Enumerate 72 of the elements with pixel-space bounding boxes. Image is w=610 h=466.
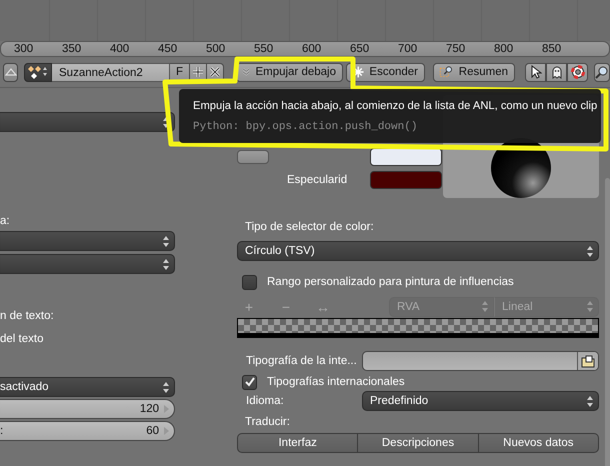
number-field[interactable]: 120 bbox=[0, 399, 175, 419]
ruler-number: 750 bbox=[446, 42, 466, 56]
color-swatch[interactable] bbox=[370, 148, 442, 166]
translate-toggle-button[interactable]: Nuevos datos bbox=[478, 433, 599, 453]
search-button[interactable] bbox=[594, 62, 610, 82]
right-arrow-icon bbox=[164, 427, 169, 435]
updown-arrows-icon bbox=[587, 301, 593, 312]
setting-label: Tipografía de la inte... bbox=[245, 355, 358, 367]
color-ramp[interactable] bbox=[237, 318, 599, 338]
search-icon bbox=[595, 65, 609, 79]
check-icon bbox=[244, 376, 256, 388]
dropdown[interactable]: Círculo (TSV) bbox=[237, 241, 599, 261]
lifebuoy-button[interactable] bbox=[567, 62, 588, 82]
folder-icon bbox=[581, 354, 595, 368]
ruler-number: 300 bbox=[14, 42, 34, 56]
scrollbar[interactable] bbox=[605, 178, 610, 466]
header-button[interactable]: Esconder bbox=[346, 62, 425, 82]
ruler-number: 550 bbox=[254, 42, 274, 56]
lifebuoy-icon bbox=[570, 65, 584, 79]
updown-arrows-icon bbox=[587, 246, 593, 256]
translate-toggle-button[interactable]: Interfaz bbox=[237, 433, 358, 453]
updown-arrows-icon bbox=[163, 382, 169, 392]
triangle-icon bbox=[4, 68, 16, 76]
action-name-field[interactable]: SuzanneAction2 bbox=[52, 62, 170, 82]
ruler-number: 800 bbox=[494, 42, 514, 56]
setting-label: a: bbox=[0, 214, 11, 228]
ghost-icon bbox=[550, 65, 562, 79]
collapse-button[interactable] bbox=[3, 62, 18, 82]
dropdown[interactable] bbox=[0, 112, 175, 132]
ruler-number: 850 bbox=[542, 42, 562, 56]
color-label: Especularid bbox=[286, 174, 348, 186]
dropdown[interactable]: Predefinido bbox=[362, 391, 599, 411]
ruler-number: 400 bbox=[110, 42, 130, 56]
header-button[interactable]: Empujar debajo bbox=[236, 62, 343, 82]
action-browse-button[interactable] bbox=[24, 62, 52, 82]
right-arrow-icon bbox=[164, 405, 169, 413]
weight-range-checkbox[interactable]: Rango personalizado para pintura de influencias bbox=[237, 273, 599, 291]
close-icon bbox=[209, 66, 221, 78]
ruler-number: 450 bbox=[158, 42, 178, 56]
keyframes-icon bbox=[26, 64, 50, 80]
lamp-button[interactable] bbox=[237, 150, 269, 164]
tooltip-python: Python: bpy.ops.action.push_down() bbox=[193, 121, 418, 134]
number-field[interactable]: : 60 bbox=[0, 421, 175, 441]
setting-label: n de texto: bbox=[0, 309, 55, 323]
setting-label: del texto bbox=[0, 332, 44, 346]
updown-arrows-icon bbox=[587, 396, 593, 406]
ghost-button[interactable] bbox=[546, 62, 567, 82]
updown-arrows-icon bbox=[163, 116, 169, 128]
checkbox[interactable] bbox=[242, 274, 257, 290]
ruler-number: 350 bbox=[62, 42, 82, 56]
zoom-box-icon bbox=[439, 64, 454, 80]
plus-icon bbox=[192, 66, 204, 78]
cursor-icon bbox=[530, 65, 542, 79]
ruler-number: 600 bbox=[302, 42, 322, 56]
color-swatch[interactable] bbox=[370, 171, 442, 189]
ruler-number: 500 bbox=[206, 42, 226, 56]
setting-label: Idioma: bbox=[245, 395, 285, 407]
font-path-field[interactable] bbox=[362, 351, 599, 371]
cursor-button[interactable] bbox=[525, 62, 546, 82]
dropdown[interactable]: sactivado bbox=[0, 377, 175, 397]
setting-label: Traducir: bbox=[245, 415, 291, 430]
ruler-number: 700 bbox=[398, 42, 418, 56]
translate-toggle-button[interactable]: Descripciones bbox=[358, 433, 479, 453]
tooltip-description: Empuja la acción hacia abajo, al comienzo de la lista de ANL, como un nuevo clip bbox=[193, 99, 598, 113]
ruler-number: 650 bbox=[350, 42, 370, 56]
updown-arrows-icon bbox=[163, 258, 169, 270]
setting-label: Tipo de selector de color: bbox=[245, 220, 375, 235]
updown-arrows-icon bbox=[163, 236, 169, 246]
checkbox[interactable] bbox=[242, 374, 257, 390]
header-button[interactable]: Resumen bbox=[433, 62, 515, 82]
international-fonts-checkbox[interactable]: Tipografías internacionales bbox=[237, 373, 599, 391]
updown-arrows-icon bbox=[482, 301, 488, 312]
